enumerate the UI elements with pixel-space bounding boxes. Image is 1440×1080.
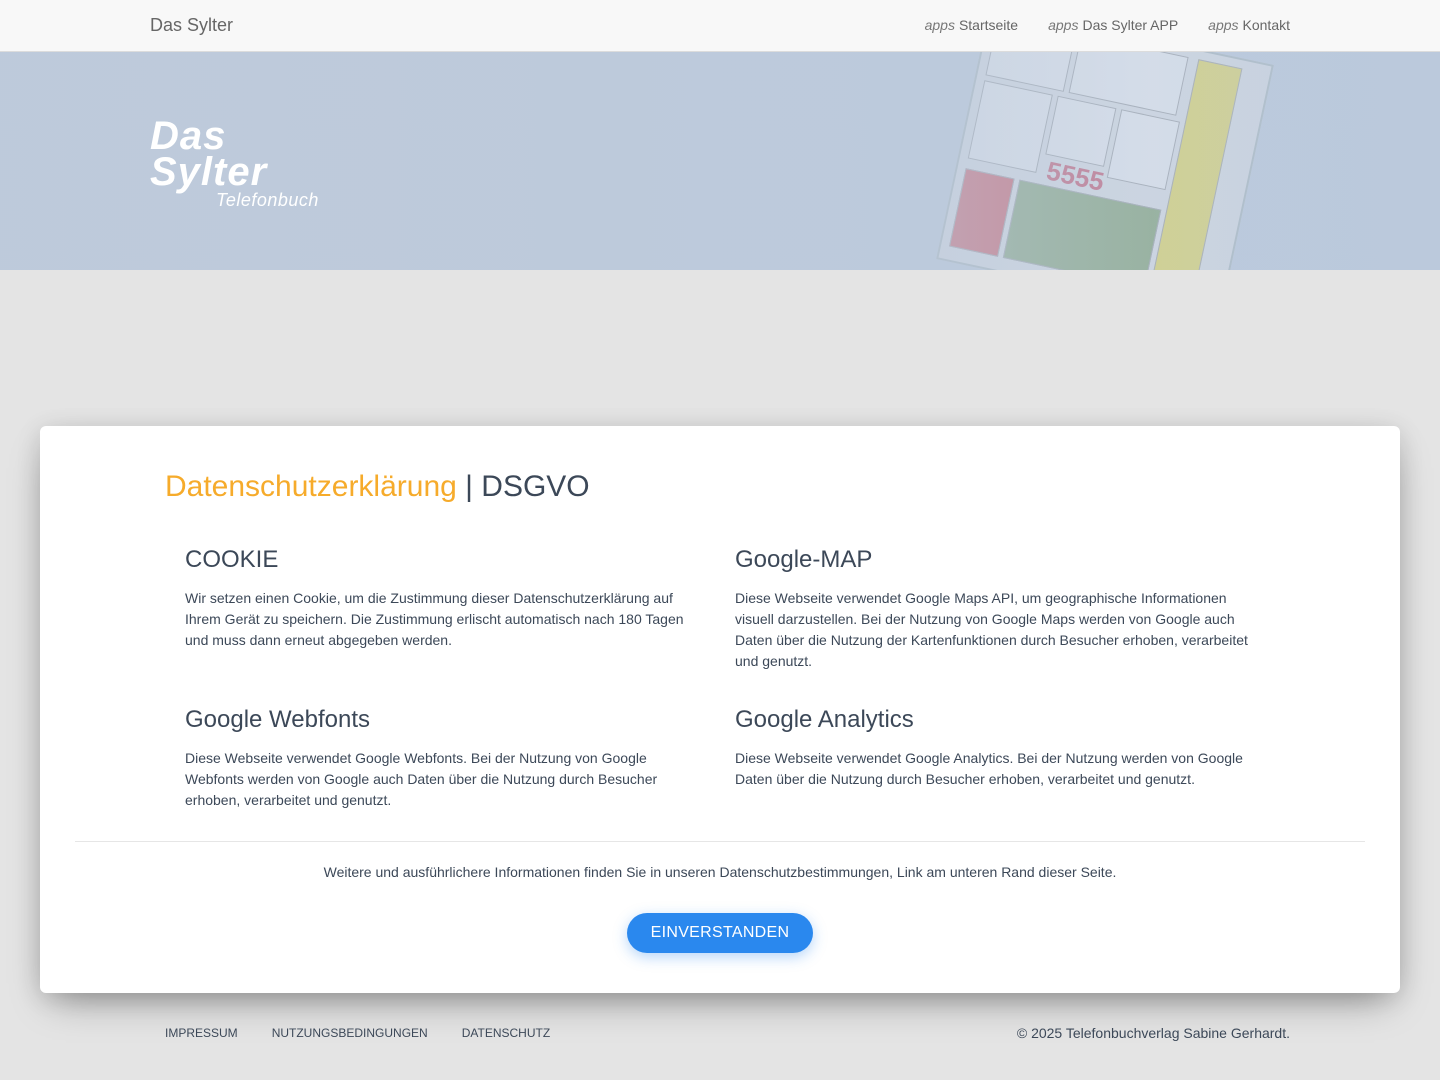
apps-icon: apps (924, 17, 955, 33)
footer-link-impressum[interactable]: IMPRESSUM (165, 1026, 238, 1040)
section-google-analytics: Google Analytics Diese Webseite verwende… (735, 706, 1255, 790)
nav-item-startseite[interactable]: apps Startseite (925, 17, 1019, 33)
section-heading: Google-MAP (735, 546, 873, 573)
divider (75, 841, 1365, 842)
section-google-webfonts: Google Webfonts Diese Webseite verwendet… (185, 706, 705, 811)
footer-link-nutzungsbedingungen[interactable]: NUTZUNGSBEDINGUNGEN (272, 1026, 428, 1040)
dialog-title: Datenschutzerklärung | DSGVO (165, 470, 590, 503)
brand-link[interactable]: Das Sylter (150, 15, 233, 36)
apps-icon: apps (1048, 17, 1079, 33)
main-nav: apps Startseite apps Das Sylter APP apps Ko… (925, 17, 1290, 33)
apps-icon: apps (1208, 17, 1239, 33)
das-sylter-logo: Das Sylter Telefonbuch (150, 114, 319, 210)
nav-item-kontakt[interactable]: apps Kontakt (1208, 17, 1290, 33)
section-cookie: COOKIE Wir setzen einen Cookie, um die Z… (185, 546, 705, 651)
footer-copyright: © 2025 Telefonbuchverlag Sabine Gerhardt… (1016, 1025, 1290, 1041)
hero-banner: 5555 Das Sylter Telefonbuch (0, 52, 1440, 270)
footer-links: IMPRESSUM NUTZUNGSBEDINGUNGEN DATENSCHUT… (165, 1026, 550, 1040)
section-text: Wir setzen einen Cookie, um die Zustimmu… (185, 590, 684, 648)
privacy-dialog: Datenschutzerklärung | DSGVO COOKIE Wir … (40, 426, 1400, 993)
section-text: Diese Webseite verwendet Google Maps API… (735, 590, 1248, 669)
top-navbar: Das Sylter apps Startseite apps Das Sylter… (0, 0, 1440, 52)
section-google-map: Google-MAP Diese Webseite verwendet Goog… (735, 546, 1255, 672)
section-heading: COOKIE (185, 546, 279, 573)
nav-item-app[interactable]: apps Das Sylter APP (1048, 17, 1178, 33)
more-info-text: Weitere und ausführlichere Informationen… (323, 864, 1117, 880)
accept-button[interactable]: EINVERSTANDEN (627, 913, 813, 953)
section-heading: Google Analytics (735, 706, 914, 733)
section-text: Diese Webseite verwendet Google Analytic… (735, 750, 1243, 787)
section-heading: Google Webfonts (185, 706, 371, 733)
section-text: Diese Webseite verwendet Google Webfonts… (185, 750, 658, 808)
footer-link-datenschutz[interactable]: DATENSCHUTZ (462, 1026, 550, 1040)
